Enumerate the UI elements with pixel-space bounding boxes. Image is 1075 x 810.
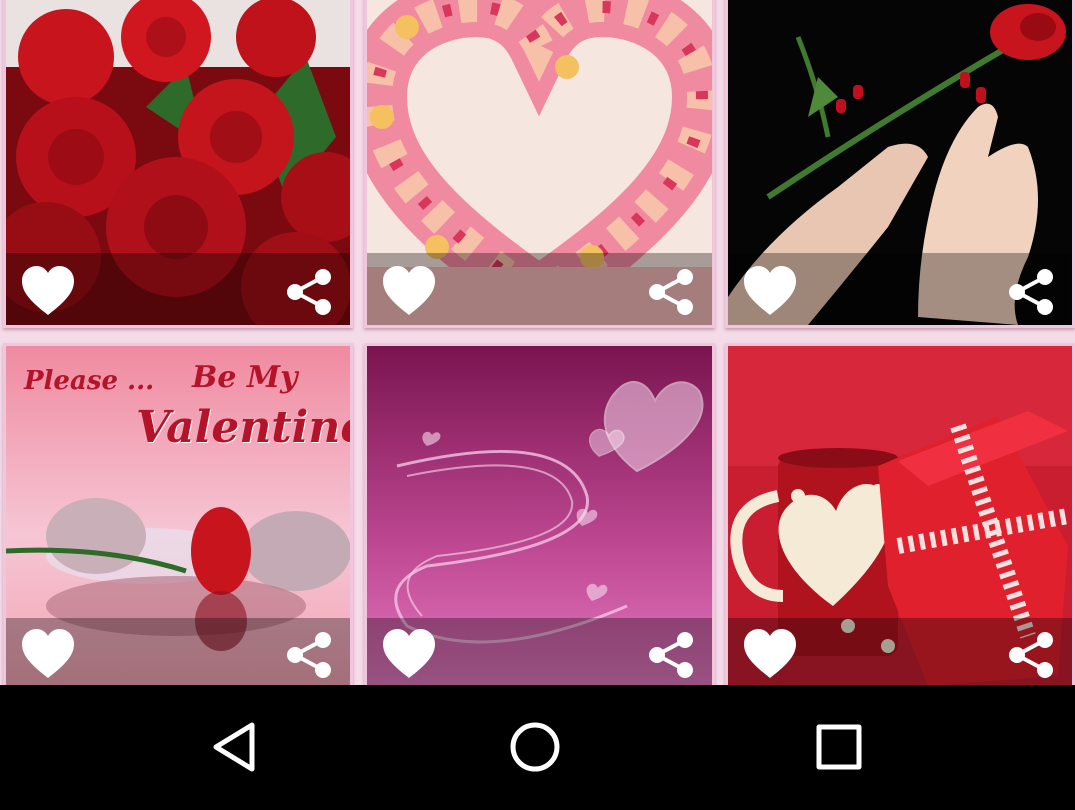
favorite-heart-icon[interactable]	[742, 265, 798, 317]
wallpaper-card-glass-hearts[interactable]	[364, 343, 715, 685]
system-navigation-bar	[0, 685, 1075, 810]
caption-be-my: Be My	[192, 360, 298, 395]
wallpaper-card-mug-gift[interactable]	[725, 343, 1075, 685]
favorite-heart-icon[interactable]	[381, 265, 437, 317]
wallpaper-card-valentine-text[interactable]: Please ... Be My Valentine!	[3, 343, 353, 685]
wallpaper-grid: Please ... Be My Valentine!	[0, 0, 1075, 685]
card-action-bar	[728, 618, 1072, 685]
card-action-bar	[6, 253, 350, 325]
favorite-heart-icon[interactable]	[20, 265, 76, 317]
caption-please: Please ...	[24, 366, 155, 396]
wallpaper-card-roses-bouquet[interactable]	[3, 0, 353, 328]
share-icon[interactable]	[1006, 630, 1056, 680]
card-action-bar	[367, 618, 712, 685]
share-icon[interactable]	[646, 630, 696, 680]
favorite-heart-icon[interactable]	[742, 628, 798, 680]
home-circle-icon[interactable]	[503, 715, 567, 779]
share-icon[interactable]	[284, 630, 334, 680]
card-action-bar	[367, 253, 712, 325]
card-action-bar	[728, 253, 1072, 325]
caption-valentine: Valentine!	[136, 402, 350, 453]
wallpaper-card-petal-heart[interactable]	[364, 0, 715, 328]
card-action-bar	[6, 618, 350, 685]
back-triangle-icon[interactable]	[204, 715, 268, 779]
share-icon[interactable]	[646, 267, 696, 317]
recents-square-icon[interactable]	[807, 715, 871, 779]
share-icon[interactable]	[1006, 267, 1056, 317]
share-icon[interactable]	[284, 267, 334, 317]
wallpaper-card-hands-rose[interactable]	[725, 0, 1075, 328]
favorite-heart-icon[interactable]	[20, 628, 76, 680]
favorite-heart-icon[interactable]	[381, 628, 437, 680]
